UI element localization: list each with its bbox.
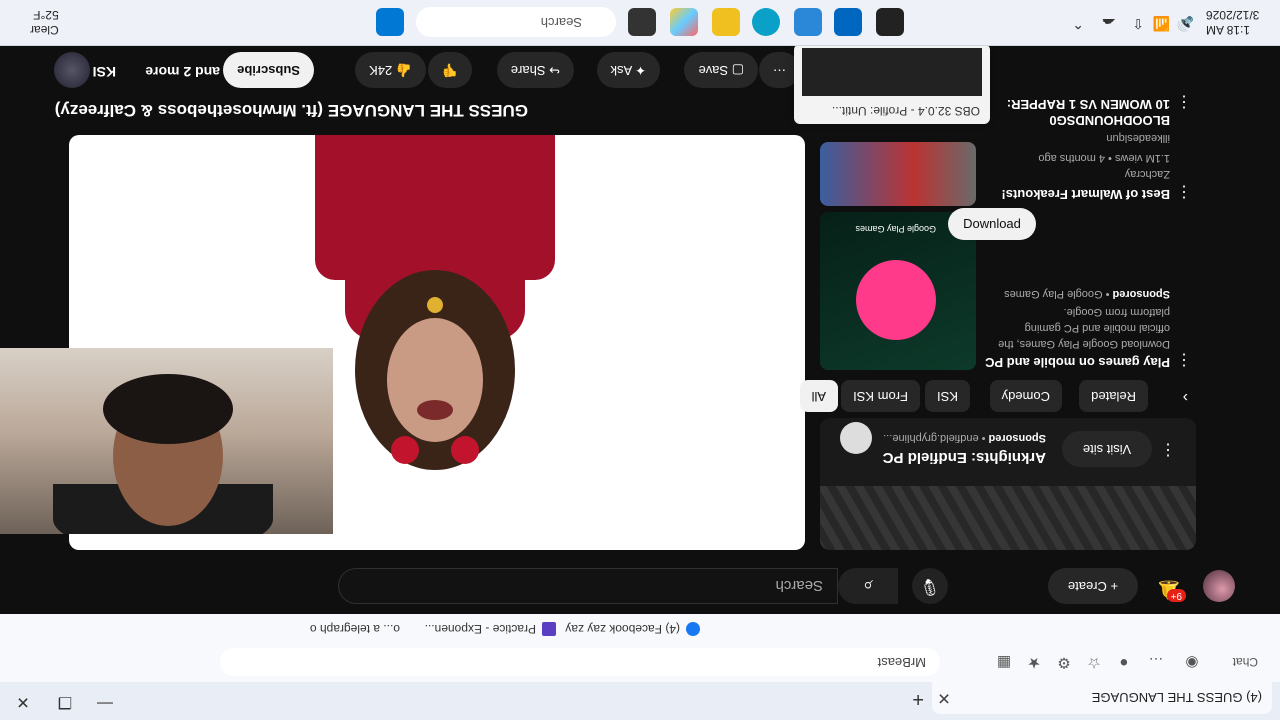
search-button[interactable]: ⌕: [838, 568, 898, 604]
dislike-button[interactable]: 👎: [427, 52, 472, 88]
like-button[interactable]: 👍 24K: [355, 52, 426, 88]
sidebar-video-walmart[interactable]: ⋮ Best of Walmart Freakouts! Zachcray 1.…: [820, 142, 1196, 206]
favorites-icon[interactable]: ☆: [1084, 652, 1104, 672]
star-icon[interactable]: ★: [1024, 652, 1044, 672]
upload-icon[interactable]: ⇧: [1132, 15, 1144, 32]
ad-app-icon: [840, 422, 872, 454]
wifi-icon[interactable]: 📶: [1153, 15, 1170, 32]
obs-taskbar-preview[interactable]: OBS 32.0.4 - Profile: Untit...: [794, 44, 990, 124]
more-icon[interactable]: ⋮: [1176, 350, 1192, 370]
download-button[interactable]: Download: [948, 208, 1036, 240]
tab-title: (4) GUESS THE LANGUAGE: [1091, 690, 1262, 706]
ad-title-play: Play games on mobile and PC: [985, 355, 1170, 370]
extensions-icon[interactable]: ⚙: [1054, 652, 1074, 672]
chip-ksi[interactable]: KSI: [925, 380, 970, 412]
bookmarks-bar: (4) Facebook zay zay Practice - Exponen.…: [0, 613, 1280, 642]
video-title: GUESS THE LANGUAGE (ft. Mrwhosetheboss &…: [54, 101, 528, 120]
video-actions: ⋯ ▢ Save ✦ Ask ↪ Share 👎 👍 24K Subscribe…: [54, 48, 800, 88]
copilot-icon[interactable]: ◉: [1182, 652, 1202, 672]
ask-button[interactable]: ✦ Ask: [596, 52, 660, 88]
voice-search-icon[interactable]: 🎙: [912, 568, 948, 604]
browser-tab-bar: (4) GUESS THE LANGUAGE ✕ + — ❐ ✕: [0, 682, 1280, 720]
filter-chips: › Related Comedy KSI From KSI All: [799, 378, 1196, 412]
maximize-icon[interactable]: ❐: [50, 692, 80, 712]
screen-rotated: (4) GUESS THE LANGUAGE ✕ + — ❐ ✕ Chat ◉ …: [0, 0, 1280, 720]
address-bar-row: Chat ◉ … ● ☆ ⚙ ★ ▦ MrBeast: [0, 641, 1280, 682]
ad-menu-icon[interactable]: ⋮: [1160, 440, 1176, 460]
obs-icon[interactable]: [876, 8, 904, 36]
url-field[interactable]: MrBeast: [220, 648, 940, 676]
taskbar-search[interactable]: Search: [416, 7, 616, 37]
webcam-overlay: [0, 348, 333, 534]
copilot-taskbar-icon[interactable]: [670, 8, 698, 36]
channel-name[interactable]: KSI: [93, 64, 116, 80]
new-tab-button[interactable]: +: [912, 687, 924, 710]
sidebar-ad-google-play[interactable]: Google Play Games ⋮ Play games on mobile…: [820, 208, 1196, 370]
windows-taskbar: 1:18 AM 3/12/2026 🔊 📶 ⇧ ☁ ⌃ Search Clear…: [0, 0, 1280, 46]
chip-related[interactable]: Related: [1079, 380, 1148, 412]
edge-icon[interactable]: [752, 8, 780, 36]
sidebar-ad-card[interactable]: Visit site ⋮ Arknights: Endfield PC Spon…: [820, 418, 1196, 550]
share-button[interactable]: ↪ Share: [496, 52, 574, 88]
webcam-person-hair: [103, 374, 233, 444]
split-icon[interactable]: ▦: [994, 652, 1014, 672]
browser-tab[interactable]: (4) GUESS THE LANGUAGE ✕: [932, 682, 1272, 714]
start-icon[interactable]: [376, 8, 404, 36]
minimize-icon[interactable]: —: [90, 694, 120, 712]
preview-thumbnail: [802, 48, 982, 96]
chip-all[interactable]: All: [799, 380, 838, 412]
profile-icon[interactable]: ●: [1114, 652, 1134, 672]
video-thumbnail: [820, 142, 976, 206]
visit-site-button[interactable]: Visit site: [1062, 431, 1152, 467]
bookmark-facebook[interactable]: (4) Facebook zay zay: [565, 622, 700, 636]
task-view-icon[interactable]: [628, 8, 656, 36]
notification-badge: 9+: [1166, 589, 1186, 602]
chip-from-ksi[interactable]: From KSI: [841, 380, 920, 412]
close-tab-icon[interactable]: ✕: [932, 688, 956, 708]
store-icon[interactable]: [794, 8, 822, 36]
more-icon[interactable]: ⋮: [1176, 182, 1192, 202]
ad-sponsor-play: Sponsored • Google Play Games: [1004, 288, 1170, 300]
weather-widget[interactable]: Clear 52°F: [30, 7, 59, 37]
facebook-icon: [686, 622, 700, 636]
menu-icon[interactable]: …: [1146, 652, 1166, 672]
chevron-right-icon[interactable]: ›: [1183, 388, 1188, 406]
more-icon[interactable]: ⋮: [1176, 92, 1192, 112]
save-button[interactable]: ▢ Save: [684, 52, 758, 88]
youtube-header: 🔔 9+ + Create 🎙 ⌕ Search: [0, 558, 1280, 614]
ad-banner-image: [820, 486, 1196, 550]
outlook-icon[interactable]: [834, 8, 862, 36]
search-input[interactable]: Search: [338, 568, 838, 604]
system-clock[interactable]: 1:18 AM 3/12/2026: [1206, 7, 1266, 37]
volume-icon[interactable]: 🔊: [1177, 15, 1194, 32]
account-avatar[interactable]: [1203, 570, 1235, 602]
bookmark-practice[interactable]: Practice - Exponen...: [425, 622, 556, 636]
file-explorer-icon[interactable]: [712, 8, 740, 36]
tray-chevron-icon[interactable]: ⌃: [1072, 15, 1084, 32]
subscribe-button[interactable]: Subscribe: [223, 52, 314, 88]
create-button[interactable]: + Create: [1048, 568, 1138, 604]
channel-avatar[interactable]: [54, 52, 90, 88]
chat-button[interactable]: Chat: [1233, 652, 1258, 672]
video-frame-person: [315, 135, 555, 470]
preview-title: OBS 32.0.4 - Profile: Untit...: [831, 104, 980, 118]
channel-more[interactable]: and 2 more: [145, 64, 220, 80]
bookmark-telegraph[interactable]: o... a telegraph o: [310, 622, 400, 636]
game-character-image: [856, 260, 936, 340]
cloud-icon[interactable]: ☁: [1102, 15, 1116, 32]
practice-icon: [542, 622, 556, 636]
chip-comedy[interactable]: Comedy: [989, 380, 1062, 412]
close-window-icon[interactable]: ✕: [8, 692, 38, 712]
ad-title: Arknights: Endfield PC: [882, 449, 1046, 466]
ad-sponsor-line: Sponsored • endfield.gryphline...: [883, 432, 1046, 444]
